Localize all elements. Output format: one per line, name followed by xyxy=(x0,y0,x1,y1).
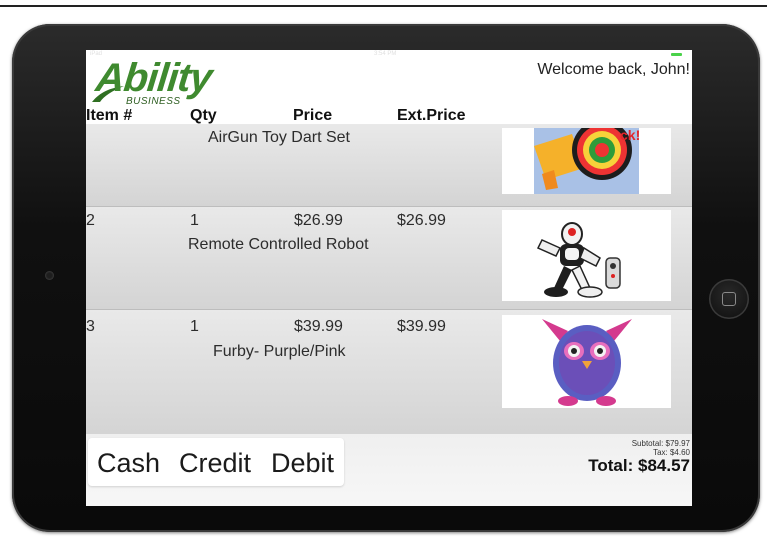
column-header-item: Item # xyxy=(86,107,133,124)
carrier-label: iPad xyxy=(90,51,103,57)
dart-set-image: ck! xyxy=(502,128,671,194)
item-ext-price: $26.99 xyxy=(397,212,446,229)
product-name: Furby- Purple/Pink xyxy=(213,343,346,360)
logo-text: Ability xyxy=(93,56,214,100)
product-name: AirGun Toy Dart Set xyxy=(208,129,350,146)
table-row[interactable]: AirGun Toy Dart Set ck! xyxy=(86,124,692,206)
home-button[interactable] xyxy=(709,279,749,319)
item-price: $26.99 xyxy=(294,212,343,229)
column-header-price: Price xyxy=(293,107,333,124)
app-screen: Ability BUSINESS Welcome back, John! Ite… xyxy=(86,50,692,506)
welcome-message: Welcome back, John! xyxy=(537,61,690,78)
status-time: 3:54 PM xyxy=(374,51,397,57)
checkout-footer: Cash Credit Debit Subtotal: $79.97 Tax: … xyxy=(86,434,692,506)
item-number: 2 xyxy=(86,212,95,229)
ability-logo: Ability BUSINESS xyxy=(92,56,227,107)
robot-image xyxy=(502,210,671,301)
item-qty: 1 xyxy=(190,212,199,229)
total-label: Total: $84.57 xyxy=(588,456,690,475)
column-header-qty: Qty xyxy=(190,107,217,124)
cash-button[interactable]: Cash xyxy=(97,448,160,479)
furby-image xyxy=(502,315,671,408)
item-number: 3 xyxy=(86,318,95,335)
debit-button[interactable]: Debit xyxy=(271,448,334,479)
battery-icon xyxy=(671,53,682,56)
header: Ability BUSINESS Welcome back, John! Ite… xyxy=(86,50,692,124)
svg-text:ck!: ck! xyxy=(620,128,640,143)
payment-options: Cash Credit Debit xyxy=(88,438,344,486)
subtotal-label: Subtotal: $79.97 xyxy=(631,439,690,448)
item-price: $39.99 xyxy=(294,318,343,335)
column-header-ext-price: Ext.Price xyxy=(397,107,466,124)
product-name: Remote Controlled Robot xyxy=(188,236,369,253)
credit-button[interactable]: Credit xyxy=(179,448,251,479)
item-ext-price: $39.99 xyxy=(397,318,446,335)
status-bar: iPad 3:54 PM xyxy=(86,50,692,60)
table-row[interactable]: 3 1 $39.99 $39.99 Furby- Purple/Pink xyxy=(86,310,692,434)
table-row[interactable]: 2 1 $26.99 $26.99 Remote Controlled Robo… xyxy=(86,207,692,309)
camera-icon xyxy=(45,271,54,280)
item-qty: 1 xyxy=(190,318,199,335)
logo-subtitle: BUSINESS xyxy=(126,96,181,107)
home-square-icon xyxy=(722,292,736,306)
top-rule xyxy=(0,5,767,7)
